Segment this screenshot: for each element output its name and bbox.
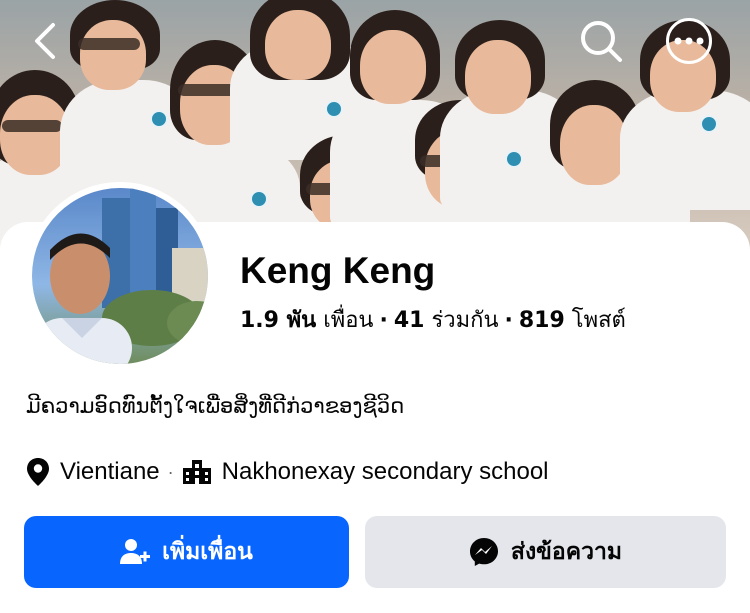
separator-dot: ·	[504, 308, 513, 333]
profile-bio: ມີຄວາມອົດທົນຕັ້ງໃຈເພື່ອສິ່ງທີ່ດີກ່ວາຂອງຊ…	[26, 394, 405, 418]
posts-count: 819	[518, 308, 565, 333]
profile-avatar[interactable]	[26, 182, 214, 370]
posts-link[interactable]: 819 โพสต์	[519, 308, 626, 333]
friends-link[interactable]: 1.9 พัน เพื่อน	[240, 308, 373, 333]
message-button[interactable]: ส่งข้อความ	[365, 516, 726, 588]
posts-label: โพสต์	[571, 308, 626, 333]
profile-intro: Vientiane · Nakhonexay secondary school	[26, 455, 549, 489]
profile-stats: 1.9 พัน เพื่อน · 41 ร่วมกัน · 819 โพสต์	[240, 302, 626, 337]
separator-dot: ·	[379, 308, 388, 333]
search-icon	[581, 21, 622, 62]
location-text[interactable]: Vientiane	[60, 458, 160, 486]
add-friend-button[interactable]: เพิ่มเพื่อน	[24, 516, 349, 588]
back-button[interactable]	[22, 18, 68, 64]
friends-count: 1.9 พัน	[240, 308, 317, 333]
add-friend-label: เพิ่มเพื่อน	[162, 539, 253, 565]
message-label: ส่งข้อความ	[510, 539, 623, 565]
mutual-count: 41	[393, 308, 425, 333]
friends-label: เพื่อน	[323, 308, 374, 333]
back-arrow-icon	[35, 23, 55, 59]
mutual-friends-link[interactable]: 41 ร่วมกัน	[394, 308, 499, 333]
mutual-label: ร่วมกัน	[431, 308, 499, 333]
school-building-icon	[182, 458, 212, 486]
more-button[interactable]	[666, 18, 712, 64]
add-friend-icon	[120, 538, 151, 566]
more-icon	[674, 37, 704, 45]
avatar-image	[32, 188, 208, 364]
location-pin-icon	[26, 457, 50, 487]
profile-name: Keng Keng	[240, 250, 436, 291]
separator-dot: ·	[167, 461, 174, 482]
search-button[interactable]	[578, 18, 624, 64]
avatar-photo	[32, 188, 208, 364]
messenger-icon	[469, 537, 499, 567]
school-text[interactable]: Nakhonexay secondary school	[222, 458, 549, 486]
